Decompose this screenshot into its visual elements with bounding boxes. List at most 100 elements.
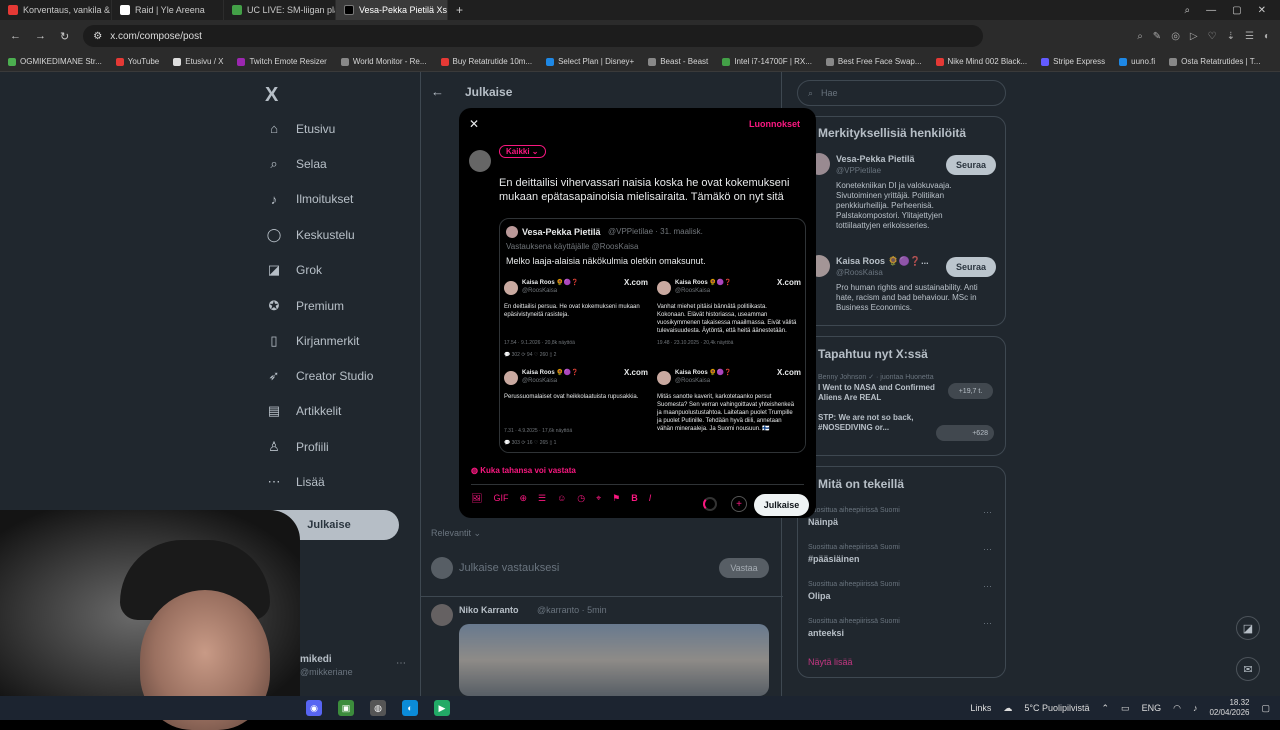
system-tray: Links ☁ 5°C Puolipilvistä ⌃ ▭ ENG ◠ ♪ 18… <box>970 698 1280 718</box>
compose-textarea[interactable]: En deittailisi vihervassari naisia koska… <box>499 176 807 204</box>
emoji-icon[interactable]: ☺ <box>557 493 566 504</box>
maximize-icon[interactable]: ▢ <box>1232 5 1241 16</box>
bookmark-item[interactable]: OGMIKEDIMANE Str... <box>8 57 102 66</box>
volume-icon[interactable]: ♪ <box>1193 703 1198 713</box>
url-text: x.com/compose/post <box>110 30 202 42</box>
edit-icon[interactable]: ✎ <box>1153 31 1161 42</box>
webcam-overlay <box>0 510 300 730</box>
new-tab-button[interactable]: + <box>448 3 471 17</box>
reload-icon[interactable]: ↻ <box>60 30 69 43</box>
search-tabs-icon[interactable]: ⌕ <box>1185 5 1191 16</box>
tab-favicon-icon <box>232 5 242 15</box>
browser-tab-bar: Korventaus, vankila & tr... Raid | Yle A… <box>0 0 1280 20</box>
flag-icon[interactable]: ⚑ <box>612 493 620 504</box>
browser-tab[interactable]: Raid | Yle Areena <box>112 0 224 20</box>
add-post-icon[interactable]: + <box>731 496 747 512</box>
bookmark-item[interactable]: Buy Retatrutide 10m... <box>440 57 532 66</box>
bookmark-item[interactable]: Etusivu / X <box>173 57 223 66</box>
italic-icon[interactable]: I <box>649 493 652 504</box>
bookmark-favicon-icon <box>173 57 182 66</box>
close-window-icon[interactable]: ✕ <box>1258 5 1266 16</box>
browser-toolbar: ← → ↻ ⚙ x.com/compose/post ⌕ ✎ ◎ ▷ ♡ ⇣ ☰… <box>0 20 1280 52</box>
bookmark-item[interactable]: Twitch Emote Resizer <box>237 57 327 66</box>
char-counter <box>703 497 717 511</box>
avatar <box>469 150 491 172</box>
clock[interactable]: 18.32 02/04/2026 <box>1209 698 1249 718</box>
bookmark-item[interactable]: Stripe Express <box>1041 57 1105 66</box>
bookmark-favicon-icon <box>722 57 731 66</box>
obs-icon[interactable]: ▣ <box>338 700 354 716</box>
bookmark-item[interactable]: Best Free Face Swap... <box>825 57 922 66</box>
bookmark-favicon-icon <box>935 57 944 66</box>
embedded-screenshot: Kaisa Roos 🌻🟣❓ @RoosKaisa X.com Vanhat m… <box>653 275 805 365</box>
forward-icon[interactable]: → <box>35 30 46 42</box>
network-icon[interactable]: ▭ <box>1121 703 1130 714</box>
favorite-icon[interactable]: ♡ <box>1208 31 1217 42</box>
extension-icon[interactable]: ◎ <box>1171 31 1180 42</box>
bookmark-item[interactable]: uuno.fi <box>1119 57 1155 66</box>
quoted-post[interactable]: Vesa-Pekka Pietilä @VPPietilae · 31. maa… <box>499 218 806 453</box>
embedded-screenshot: Kaisa Roos 🌻🟣❓ @RoosKaisa X.com En deitt… <box>500 275 652 365</box>
bookmark-favicon-icon <box>340 57 349 66</box>
discord-icon[interactable]: ◉ <box>306 700 322 716</box>
bookmark-item[interactable]: Select Plan | Disney+ <box>546 57 634 66</box>
x-favicon-icon <box>344 5 354 15</box>
audience-selector[interactable]: Kaikki ⌄ <box>499 145 546 158</box>
profile-icon[interactable]: ◐ <box>1264 31 1270 42</box>
edge-icon[interactable]: ◐ <box>402 700 418 716</box>
language-indicator[interactable]: ENG <box>1142 703 1162 713</box>
x-watermark: X.com <box>623 368 648 377</box>
bookmark-item[interactable]: Beast - Beast <box>648 57 708 66</box>
quoted-meta: @VPPietilae · 31. maalisk. <box>608 227 703 236</box>
avatar <box>504 281 518 295</box>
bookmark-favicon-icon <box>440 57 449 66</box>
terminal-icon[interactable]: ▶ <box>434 700 450 716</box>
browser-tab-active[interactable]: Vesa-Pekka Pietilä Xssä: ... <box>336 0 448 20</box>
bookmark-favicon-icon <box>1169 57 1178 66</box>
bookmark-item[interactable]: Osta Retatrutides | T... <box>1169 57 1260 66</box>
bookmark-item[interactable]: Nike Mind 002 Black... <box>935 57 1027 66</box>
links-toolbar[interactable]: Links <box>970 703 991 713</box>
gif-icon[interactable]: GIF <box>493 493 508 504</box>
grok-compose-icon[interactable]: ⊕ <box>519 493 527 504</box>
browser-tab[interactable]: Korventaus, vankila & tr... <box>0 0 112 20</box>
compose-toolbar: 🖼 GIF ⊕ ☰ ☺ ◷ ⌖ ⚑ B I <box>471 493 651 504</box>
location-icon[interactable]: ⌖ <box>596 493 601 504</box>
close-icon[interactable]: ✕ <box>469 117 479 131</box>
notifications-icon[interactable]: ▢ <box>1261 703 1270 714</box>
embedded-screenshot: Kaisa Roos 🌻🟣❓ @RoosKaisa X.com Mitäs sa… <box>653 365 805 452</box>
back-icon[interactable]: ← <box>10 30 21 42</box>
bookmark-favicon-icon <box>8 57 16 66</box>
bold-icon[interactable]: B <box>631 493 638 504</box>
minimize-icon[interactable]: — <box>1206 5 1216 16</box>
wifi-icon[interactable]: ◠ <box>1173 703 1181 714</box>
bookmark-favicon-icon <box>1041 57 1050 66</box>
reply-setting[interactable]: ◍ Kuka tahansa voi vastata <box>471 466 576 475</box>
quoted-author: Vesa-Pekka Pietilä <box>522 227 601 237</box>
schedule-icon[interactable]: ◷ <box>577 493 585 504</box>
bookmark-item[interactable]: World Monitor - Re... <box>340 57 427 66</box>
weather-text[interactable]: 5°C Puolipilvistä <box>1024 703 1089 713</box>
site-info-icon[interactable]: ⚙ <box>93 31 102 42</box>
zoom-icon[interactable]: ⌕ <box>1137 31 1143 42</box>
bookmark-item[interactable]: YouTube <box>115 57 159 66</box>
media-icon[interactable]: 🖼 <box>471 493 482 504</box>
tray-expand-icon[interactable]: ⌃ <box>1102 703 1110 714</box>
bookmark-favicon-icon <box>115 57 124 66</box>
embedded-screenshot: Kaisa Roos 🌻🟣❓ @RoosKaisa X.com Perussuo… <box>500 365 652 452</box>
poll-icon[interactable]: ☰ <box>538 493 546 504</box>
drafts-link[interactable]: Luonnokset <box>749 119 800 129</box>
globe-icon: ◍ <box>471 466 478 475</box>
browser-tab[interactable]: UC LIVE: SM-liigan playoff... <box>224 0 336 20</box>
bookmark-item[interactable]: Intel i7-14700F | RX... <box>722 57 812 66</box>
download-icon[interactable]: ⇣ <box>1227 31 1235 42</box>
address-bar[interactable]: ⚙ x.com/compose/post <box>83 25 984 47</box>
play-icon[interactable]: ▷ <box>1190 31 1198 42</box>
publish-button[interactable]: Julkaise <box>754 494 809 516</box>
avatar <box>657 371 671 385</box>
taskbar: ◉ ▣ ◍ ◐ ▶ Links ☁ 5°C Puolipilvistä ⌃ ▭ … <box>0 696 1280 720</box>
x-watermark: X.com <box>623 278 648 287</box>
compose-modal: ✕ Luonnokset Kaikki ⌄ En deittailisi vih… <box>459 108 816 518</box>
menu-icon[interactable]: ☰ <box>1245 31 1254 42</box>
steam-icon[interactable]: ◍ <box>370 700 386 716</box>
